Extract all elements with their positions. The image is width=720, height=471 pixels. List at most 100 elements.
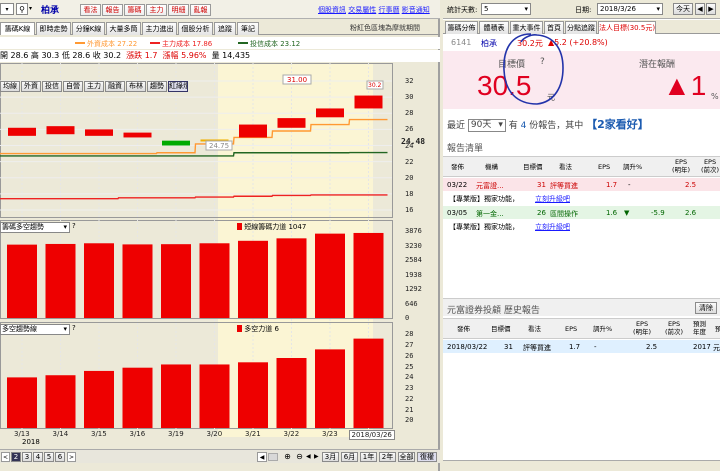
range-button-4[interactable]: 全部	[398, 452, 415, 462]
change-label: 漲跌	[126, 51, 143, 60]
tooltip-last: 30.2	[368, 82, 382, 89]
search-icon[interactable]: ⚲	[16, 3, 28, 15]
table-row[interactable]: 2018/03/22 31 評等買進 1.7 - 2.5 2017 元	[443, 340, 720, 353]
tab-note: 粉紅色區塊為摩就期間	[350, 24, 420, 32]
cost-legend: 外資成本 27.22 主力成本 17.86 投信成本 23.12	[0, 37, 440, 49]
tab-5[interactable]: 個股分析	[178, 22, 213, 35]
column-header: EPS (前次)	[701, 158, 720, 174]
page-next-icon[interactable]: >	[67, 452, 76, 462]
scroll-left-icon[interactable]: ◀	[257, 452, 267, 462]
recent-mid1: 有	[508, 121, 518, 131]
range-button-2[interactable]: 1年	[360, 452, 377, 462]
detail-button[interactable]: 明細	[168, 4, 189, 16]
legend-swatch-icon	[238, 42, 248, 44]
bar-3/26	[353, 232, 384, 318]
indicator-trafficlight-button[interactable]: 紅綠燈	[168, 81, 188, 92]
tab-3[interactable]: 大量多筒	[106, 22, 141, 35]
stock-code: 6141	[451, 38, 472, 47]
target-box: 目標價 ? 30.5 元 潛在報酬 ▲1 %	[443, 51, 720, 109]
page-button-6[interactable]: 6	[55, 452, 65, 462]
alert-button[interactable]: 亂報	[190, 4, 211, 16]
prev-day-button[interactable]: ◀	[695, 3, 705, 15]
link-stock-info[interactable]: 個股資訊	[318, 6, 346, 14]
panel3-title-box[interactable]: 多空趨勢線 ▾	[0, 324, 70, 335]
indicator-trust-button[interactable]: 投信	[42, 81, 62, 92]
range-button-1[interactable]: 6月	[341, 452, 358, 462]
page-button-3[interactable]: 3	[22, 452, 32, 462]
indicator-trend-button[interactable]: 趨勢	[147, 81, 167, 92]
scroll-prev-icon[interactable]: ◀	[306, 452, 314, 462]
date-field[interactable]: 2018/3/26 ▾	[597, 3, 663, 15]
panel2-title: 籌碼多空趨勢	[2, 223, 44, 231]
bar-3/26	[353, 338, 384, 428]
tab-4[interactable]: 主力進出	[142, 22, 177, 35]
right-tab-4[interactable]: 分點追蹤	[565, 21, 597, 34]
candle-3/22	[277, 118, 306, 128]
y-tick-label: 18	[405, 189, 414, 198]
history-table-header: 發佈 目標價 看法 EPS 調升% EPS (明年) EPS (前次) 預測 年度 預	[443, 318, 720, 339]
next-day-button[interactable]: ▶	[706, 3, 716, 15]
link-calendar[interactable]: 行事曆	[378, 6, 399, 14]
kline-chart[interactable]: 31.00 24.75 30.2	[0, 63, 420, 440]
column-header: 看法	[559, 163, 572, 171]
table-row[interactable]: 03/22 元富證... 31 評等買進 1.7 - 2.5	[443, 178, 720, 191]
tab-7[interactable]: 筆記	[237, 22, 259, 35]
opinion-button[interactable]: 看法	[80, 4, 101, 16]
page-button-5[interactable]: 5	[44, 452, 54, 462]
page-button-4[interactable]: 4	[33, 452, 43, 462]
column-header: 發佈	[457, 325, 470, 333]
page-prev-icon[interactable]: <	[1, 452, 10, 462]
close-value: 30.2	[103, 51, 122, 60]
range-button-0[interactable]: 3月	[322, 452, 339, 462]
indicator-margin-button[interactable]: 融資	[105, 81, 125, 92]
panel3-help-icon[interactable]: ?	[72, 324, 76, 332]
tab-0[interactable]: 籌碼K線	[0, 22, 35, 35]
right-tab-0[interactable]: 籌碼分佈	[445, 21, 478, 34]
panel2-label: 短線籌碼力道 1047	[237, 222, 306, 232]
days-select[interactable]: 5 ▾	[481, 3, 531, 15]
indicator-dealer-button[interactable]: 自營	[63, 81, 83, 92]
upgrade-link[interactable]: 立刻升級吧	[535, 222, 570, 232]
search-dropdown-icon[interactable]: ▾	[29, 3, 37, 15]
range-button-3[interactable]: 2年	[379, 452, 396, 462]
scroll-next-icon[interactable]: ▶	[314, 452, 322, 462]
report-list-header: 發佈 機構 目標價 看法 EPS 調升% EPS (明年) EPS (前次)	[443, 156, 720, 177]
zoom-in-icon[interactable]: ⊕	[282, 452, 293, 462]
clear-button[interactable]: 清除	[695, 302, 717, 314]
zoom-out-icon[interactable]: ⊖	[294, 452, 305, 462]
link-media[interactable]: 影音通知	[402, 6, 430, 14]
candle-3/21	[239, 124, 267, 138]
report-button[interactable]: 報告	[102, 4, 123, 16]
symbol-dropdown[interactable]: ▾	[0, 3, 14, 15]
indicator-bollinger-button[interactable]: 布林	[126, 81, 146, 92]
range-button-5[interactable]: 復權	[417, 452, 437, 462]
today-button[interactable]: 今天	[673, 3, 693, 15]
chips-button[interactable]: 籌碼	[124, 4, 145, 16]
tab-1[interactable]: 即時走勢	[36, 22, 71, 35]
table-row[interactable]: 03/05 第一金... 26 區間操作 1.6 ▼ -5.9 2.6	[443, 206, 720, 219]
panel2-title-box[interactable]: 籌碼多空趨勢 ▾	[0, 222, 70, 233]
bottom-bar: < 23456 > ◀ ⊕ ⊖ ◀ ▶ 3月 6月 1年 2年 全部 復權	[0, 449, 440, 463]
tab-2[interactable]: 分鐘K線	[72, 22, 105, 35]
page-button-2[interactable]: 2	[11, 452, 21, 462]
list-item: 【專業版】獨家功能， 立刻升級吧	[449, 194, 570, 204]
right-tab-5[interactable]: 法人目標(30.5元)	[598, 21, 656, 34]
open-value: 28.6	[10, 51, 29, 60]
y-tick-label: 3876	[405, 227, 422, 236]
indicator-mainforce-button[interactable]: 主力	[84, 81, 104, 92]
quote-row: 開 28.6 高 30.3 低 28.6 收 30.2 漲跌 1.7 漲幅 5.…	[0, 50, 440, 62]
indicator-ma-button[interactable]: 均線	[0, 81, 20, 92]
link-trade-attr[interactable]: 交易屬性	[348, 6, 376, 14]
upgrade-link[interactable]: 立刻升級吧	[535, 194, 570, 204]
low-value: 28.6	[72, 51, 91, 60]
main-force-button[interactable]: 主力	[146, 4, 167, 16]
panel2-help-icon[interactable]: ?	[72, 222, 76, 230]
candle-3/14	[46, 126, 75, 135]
tab-6[interactable]: 追蹤	[214, 22, 236, 35]
y-tick-label: 16	[405, 205, 414, 214]
right-scrollbar[interactable]	[443, 460, 720, 471]
indicator-foreign-button[interactable]: 外資	[21, 81, 41, 92]
scrollbar-track[interactable]	[268, 453, 278, 461]
period-select[interactable]: 90天 ▾	[467, 119, 506, 132]
upside-value: ▲1	[663, 70, 707, 101]
